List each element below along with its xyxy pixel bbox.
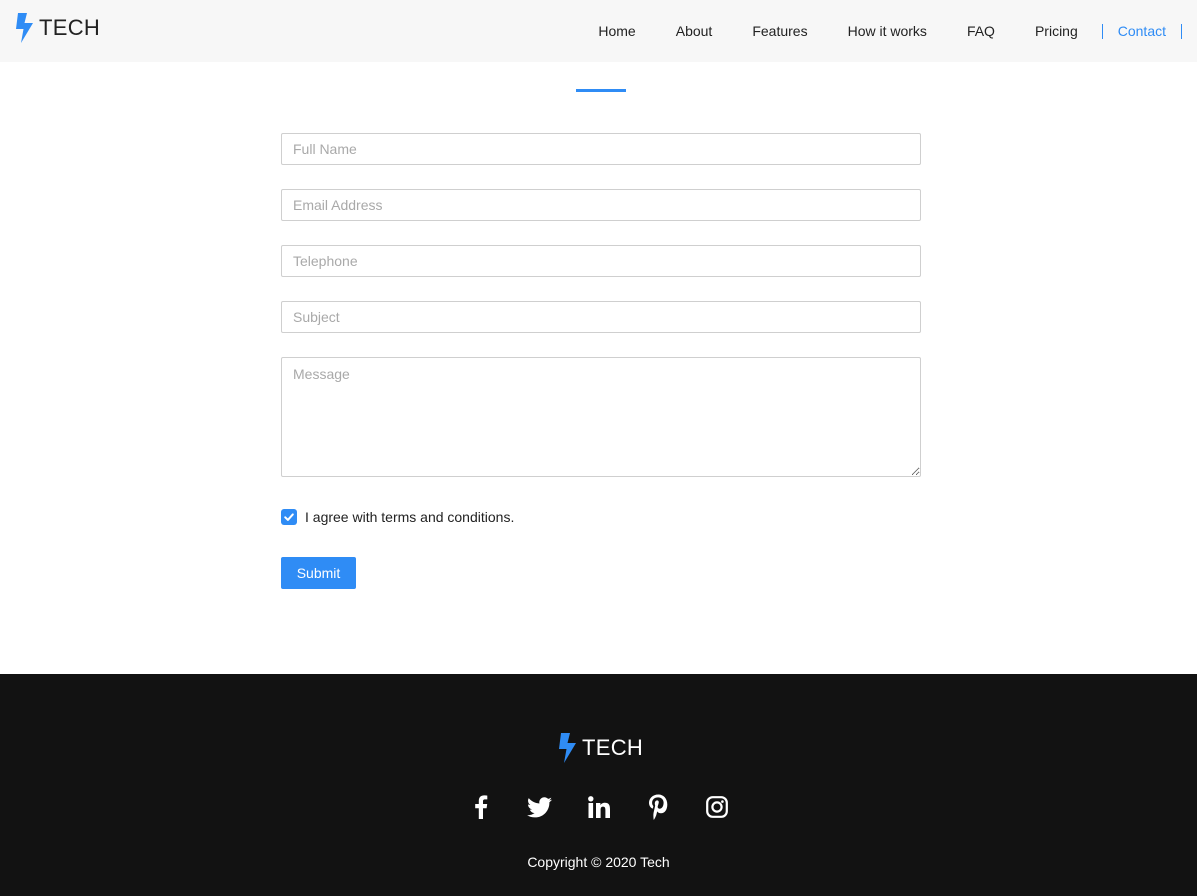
lightning-bolt-icon xyxy=(559,733,576,763)
subject-input[interactable] xyxy=(281,301,921,333)
terms-agreement: I agree with terms and conditions. xyxy=(281,508,514,526)
nav-item-about[interactable]: About xyxy=(676,22,713,40)
header-navbar: TECH Home About Features How it works FA… xyxy=(0,0,1197,62)
facebook-icon xyxy=(474,795,487,819)
nav-item-how-it-works[interactable]: How it works xyxy=(848,22,927,40)
instagram-link[interactable] xyxy=(704,794,730,820)
lightning-bolt-icon xyxy=(16,13,33,43)
pinterest-icon xyxy=(648,794,667,820)
terms-label: I agree with terms and conditions. xyxy=(305,509,515,525)
social-links xyxy=(0,794,1197,820)
footer: TECH Copyright © 2020 Tech xyxy=(0,674,1197,896)
linkedin-link[interactable] xyxy=(586,794,612,820)
footer-brand-logo[interactable]: TECH xyxy=(558,733,643,763)
twitter-icon xyxy=(527,796,552,817)
brand-name: TECH xyxy=(39,15,101,40)
footer-brand-name: TECH xyxy=(582,735,644,760)
copyright-text: Copyright © 2020 Tech xyxy=(527,854,670,870)
full-name-input[interactable] xyxy=(281,133,921,165)
email-input[interactable] xyxy=(281,189,921,221)
nav-item-faq[interactable]: FAQ xyxy=(967,22,995,40)
submit-button[interactable]: Submit xyxy=(281,557,356,589)
twitter-link[interactable] xyxy=(527,794,553,820)
brand-logo[interactable]: TECH xyxy=(15,13,100,43)
pinterest-link[interactable] xyxy=(645,794,671,820)
nav-item-contact[interactable]: Contact xyxy=(1103,22,1181,40)
message-textarea[interactable] xyxy=(281,357,921,477)
facebook-link[interactable] xyxy=(468,794,494,820)
nav-item-features[interactable]: Features xyxy=(752,22,807,40)
nav-item-pricing[interactable]: Pricing xyxy=(1035,22,1078,40)
nav-divider-right xyxy=(1181,23,1182,39)
checkmark-icon xyxy=(284,513,294,521)
terms-checkbox[interactable] xyxy=(281,509,297,525)
nav-item-home[interactable]: Home xyxy=(598,22,635,40)
main-nav: Home About Features How it works FAQ Pri… xyxy=(598,0,1182,62)
telephone-input[interactable] xyxy=(281,245,921,277)
linkedin-icon xyxy=(587,796,610,818)
section-accent-line xyxy=(576,89,626,92)
instagram-icon xyxy=(705,796,728,818)
